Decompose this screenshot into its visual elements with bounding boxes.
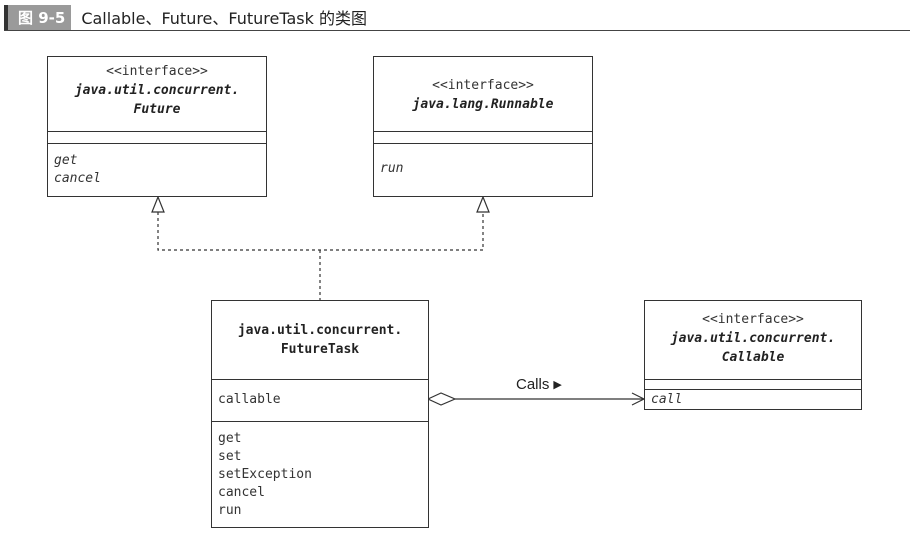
attributes-section <box>374 131 592 143</box>
class-name: java.util.concurrent. <box>237 323 403 338</box>
class-name: FutureTask <box>280 342 360 357</box>
calls-association-label: Calls ▶ <box>516 376 562 393</box>
operation-cancel: cancel <box>54 171 101 186</box>
operations-section: call <box>645 389 861 409</box>
class-name-section: java.util.concurrent. FutureTask <box>212 301 428 379</box>
operation-run: run <box>380 161 404 176</box>
operation-get: get <box>54 153 78 168</box>
class-name: Callable <box>721 350 785 365</box>
association-label-text: Calls <box>516 376 550 393</box>
class-name-section: <<interface>> java.util.concurrent. Call… <box>645 301 861 379</box>
operation-set: set <box>218 449 242 464</box>
direction-triangle-icon: ▶ <box>553 379 562 391</box>
aggregation-diamond <box>426 392 457 406</box>
class-runnable: <<interface>> java.lang.Runnable run <box>373 56 593 197</box>
class-name: java.lang.Runnable <box>412 97 554 112</box>
attributes-section: callable <box>212 379 428 421</box>
attributes-section <box>645 379 861 389</box>
class-name-section: <<interface>> java.util.concurrent. Futu… <box>48 57 266 131</box>
operation-call: call <box>651 392 683 407</box>
stereotype-label: <<interface>> <box>702 312 804 327</box>
operation-setexception: setException <box>218 467 312 482</box>
operations-section: run <box>374 143 592 178</box>
class-name: java.util.concurrent. <box>74 83 240 98</box>
operations-section: get cancel <box>48 143 266 188</box>
attribute-callable: callable <box>218 392 281 407</box>
operation-get: get <box>218 431 242 446</box>
operation-cancel: cancel <box>218 485 265 500</box>
class-callable: <<interface>> java.util.concurrent. Call… <box>644 300 862 410</box>
stereotype-label: <<interface>> <box>432 78 534 93</box>
attributes-section <box>48 131 266 143</box>
class-name-section: <<interface>> java.lang.Runnable <box>374 57 592 131</box>
class-futuretask: java.util.concurrent. FutureTask callabl… <box>211 300 429 528</box>
class-name: java.util.concurrent. <box>670 331 836 346</box>
class-name: Future <box>133 102 181 117</box>
operation-run: run <box>218 503 242 518</box>
realization-arrowhead-runnable <box>476 195 490 213</box>
realization-line-future <box>157 212 484 300</box>
stereotype-label: <<interface>> <box>106 64 208 79</box>
operations-section: get set setException cancel run <box>212 421 428 520</box>
class-future: <<interface>> java.util.concurrent. Futu… <box>47 56 267 197</box>
realization-arrowhead-future <box>151 195 165 213</box>
